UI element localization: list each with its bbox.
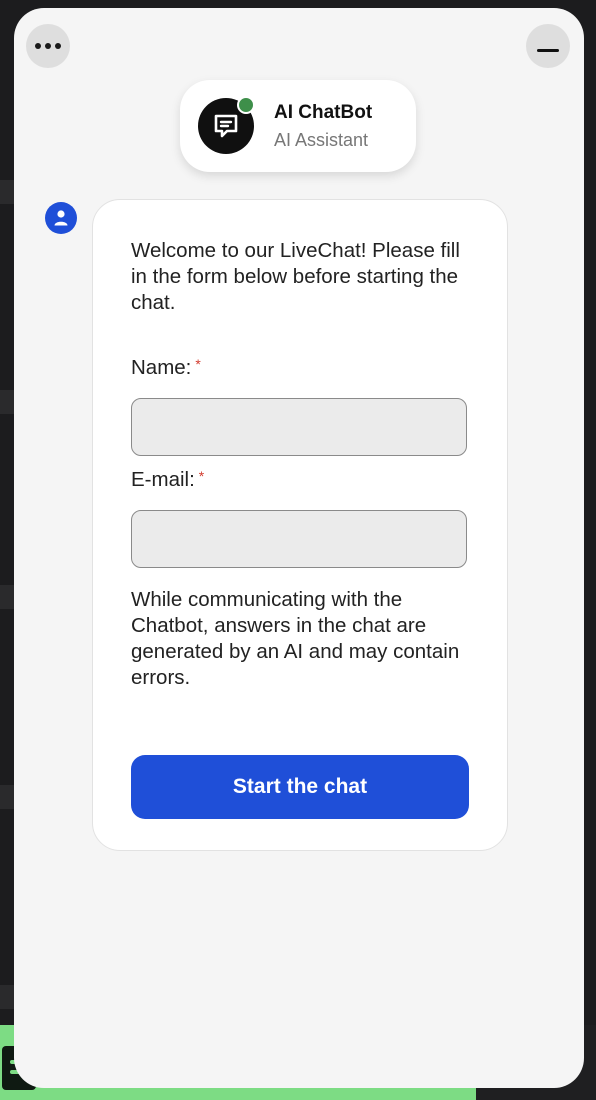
menu-button[interactable] (26, 24, 70, 68)
chat-header: AI ChatBot AI Assistant (180, 80, 416, 172)
start-chat-button[interactable]: Start the chat (131, 755, 469, 819)
bot-role: AI Assistant (274, 130, 369, 150)
name-label: Name: * (131, 356, 201, 380)
background-stripe (0, 180, 14, 204)
user-avatar (45, 202, 77, 234)
background-stripe (0, 390, 14, 414)
welcome-message: Welcome to our LiveChat! Please fill in … (131, 239, 460, 314)
required-marker: * (195, 356, 201, 372)
email-label-text: E-mail: (131, 468, 195, 491)
name-input[interactable] (131, 398, 467, 456)
background-stripe (0, 585, 14, 609)
bot-name: AI ChatBot (274, 102, 373, 123)
ai-disclaimer: While communicating with the Chatbot, an… (131, 588, 460, 689)
minimize-icon (537, 48, 559, 52)
background-stripe (0, 985, 14, 1009)
prechat-form-card: Welcome to our LiveChat! Please fill in … (92, 199, 508, 851)
chat-bubble-icon (214, 114, 238, 138)
email-label: E-mail: * (131, 468, 204, 492)
background-stripe (0, 785, 14, 809)
user-icon (54, 210, 68, 226)
required-marker: * (198, 468, 205, 484)
chat-widget: AI ChatBot AI Assistant Welcome to our L… (14, 8, 584, 1088)
name-label-text: Name: (131, 356, 192, 379)
online-status-dot (237, 96, 255, 114)
more-dots-icon (35, 43, 61, 49)
minimize-button[interactable] (526, 24, 570, 68)
email-input[interactable] (131, 510, 467, 568)
